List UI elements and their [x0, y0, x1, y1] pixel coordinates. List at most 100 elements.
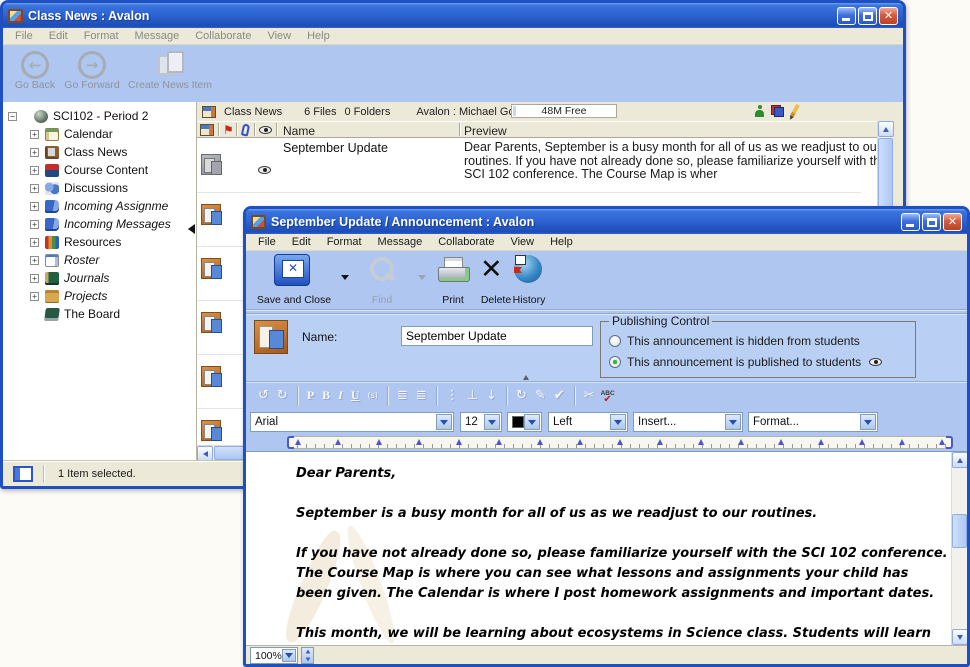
news-item-icon[interactable] [201, 258, 221, 279]
scroll-up-button[interactable] [878, 121, 894, 137]
item-preview[interactable]: Dear Parents, September is a busy month … [464, 141, 877, 191]
menu-edit[interactable]: Edit [41, 30, 76, 42]
menu-edit[interactable]: Edit [284, 236, 319, 248]
panel-collapse-arrow[interactable] [188, 224, 195, 234]
print-button[interactable]: Print [432, 294, 474, 306]
go-forward-button[interactable]: → Go Forward [61, 51, 123, 91]
inner-titlebar[interactable]: September Update / Announcement : Avalon… [246, 209, 967, 234]
right-margin-bracket[interactable] [946, 436, 953, 449]
tree-item-discussions[interactable]: + Discussions [3, 179, 196, 197]
news-item-icon[interactable] [201, 366, 221, 387]
radio-published-option[interactable]: This announcement is published to studen… [609, 351, 907, 372]
scroll-down-button[interactable] [952, 629, 967, 645]
item-type-column-icon[interactable] [200, 124, 214, 136]
alignment-select[interactable]: Left [548, 412, 628, 432]
radio-unselected-icon[interactable] [609, 335, 621, 347]
expand-box[interactable]: + [30, 274, 39, 283]
tree-item-the-board[interactable]: The Board [3, 305, 196, 323]
expand-box[interactable]: + [30, 238, 39, 247]
preview-column-header[interactable]: Preview [464, 124, 507, 138]
ruler[interactable] [288, 436, 952, 449]
create-news-item-button[interactable]: Create News Item [123, 51, 217, 91]
maximize-button[interactable] [922, 213, 941, 231]
menu-format[interactable]: Format [76, 30, 127, 42]
expand-box[interactable]: + [30, 148, 39, 157]
tree-item-course-content[interactable]: + Course Content [3, 161, 196, 179]
save-and-close-icon[interactable] [274, 254, 310, 286]
history-button[interactable]: History [506, 294, 552, 306]
news-item-icon[interactable] [201, 420, 221, 441]
outer-titlebar[interactable]: Class News : Avalon ✕ [3, 3, 903, 28]
spell-check-icon[interactable]: ABC ✔ [599, 389, 617, 403]
flag-column-icon[interactable]: ⚑ [223, 123, 234, 137]
list-row-selected[interactable]: September Update Dear Parents, September… [197, 138, 877, 192]
radio-hidden-option[interactable]: This announcement is hidden from student… [609, 330, 907, 351]
tree-item-journals[interactable]: + Journals [3, 269, 196, 287]
insert-select[interactable]: Insert... [633, 412, 743, 432]
message-body[interactable]: Dear Parents, September is a busy month … [246, 451, 967, 645]
visibility-column-icon[interactable] [259, 126, 272, 134]
tree-item-projects[interactable]: + Projects [3, 287, 196, 305]
tree-item-class-news[interactable]: + Class News [3, 143, 196, 161]
expand-box[interactable]: + [30, 256, 39, 265]
format-select[interactable]: Format... [748, 412, 878, 432]
tree-item-roster[interactable]: + Roster [3, 251, 196, 269]
menu-help[interactable]: Help [299, 30, 338, 42]
splitter-handle[interactable] [523, 375, 529, 380]
tree-item-resources[interactable]: + Resources [3, 233, 196, 251]
body-vertical-scrollbar[interactable] [951, 452, 967, 645]
go-forward-icon: → [78, 51, 106, 79]
menu-format[interactable]: Format [319, 236, 370, 248]
minimize-button[interactable] [837, 7, 856, 25]
scrollbar-thumb[interactable] [952, 514, 967, 548]
tree-item-incoming-messages[interactable]: + Incoming Messages [3, 215, 196, 233]
selection-status: 1 Item selected. [58, 468, 136, 480]
font-size-select[interactable]: 12 [460, 412, 502, 432]
expand-box[interactable]: + [30, 166, 39, 175]
view-mode-icon[interactable] [13, 466, 33, 482]
collapse-box[interactable]: − [8, 112, 17, 121]
radio-selected-icon[interactable] [609, 356, 621, 368]
scroll-up-button[interactable] [952, 452, 967, 468]
menu-file[interactable]: File [250, 236, 284, 248]
tree-item-calendar[interactable]: + Calendar [3, 125, 196, 143]
font-color-select[interactable] [507, 412, 542, 432]
menu-message[interactable]: Message [370, 236, 431, 248]
menu-file[interactable]: File [7, 30, 41, 42]
news-item-icon[interactable] [201, 204, 221, 225]
menu-collaborate[interactable]: Collaborate [187, 30, 259, 42]
go-back-button[interactable]: ← Go Back [9, 51, 61, 91]
save-and-close-button[interactable]: Save and Close [248, 294, 340, 306]
name-input[interactable] [401, 326, 593, 346]
close-button[interactable]: ✕ [943, 213, 962, 231]
expand-box[interactable]: + [30, 184, 39, 193]
zoom-select[interactable]: 100% [250, 647, 298, 664]
menu-view[interactable]: View [502, 236, 542, 248]
left-margin-bracket[interactable] [287, 436, 294, 449]
history-icon[interactable] [514, 255, 542, 283]
expand-box[interactable]: + [30, 130, 39, 139]
print-icon[interactable] [438, 257, 468, 284]
tree-root[interactable]: − SCI102 - Period 2 [3, 107, 196, 125]
menu-view[interactable]: View [259, 30, 299, 42]
font-family-select[interactable]: Arial [250, 412, 454, 432]
close-button[interactable]: ✕ [879, 7, 898, 25]
delete-icon[interactable]: ✕ [480, 253, 503, 287]
maximize-button[interactable] [858, 7, 877, 25]
chevron-down-icon [610, 414, 626, 430]
news-item-icon[interactable] [201, 312, 221, 333]
menu-collaborate[interactable]: Collaborate [430, 236, 502, 248]
scroll-left-button[interactable] [197, 446, 213, 461]
menu-message[interactable]: Message [127, 30, 188, 42]
expand-box[interactable]: + [30, 292, 39, 301]
name-column-header[interactable]: Name [283, 124, 315, 138]
expand-box[interactable]: + [30, 202, 39, 211]
menu-help[interactable]: Help [542, 236, 581, 248]
minimize-button[interactable] [901, 213, 920, 231]
expand-box[interactable]: + [30, 220, 39, 229]
item-name[interactable]: September Update [283, 141, 388, 155]
attachment-column-icon[interactable] [241, 123, 250, 136]
save-dropdown-caret[interactable] [341, 275, 349, 280]
tree-item-incoming-assignments[interactable]: + Incoming Assignme [3, 197, 196, 215]
zoom-stepper[interactable] [301, 647, 314, 664]
